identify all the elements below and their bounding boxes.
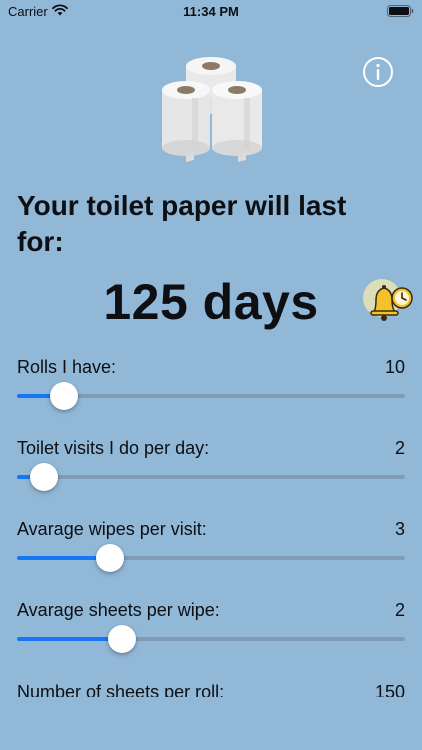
slider-row-rolls: Rolls I have: 10 xyxy=(17,356,405,416)
slider-track xyxy=(17,475,405,479)
slider-row-sheets-per-roll: Number of sheets per roll: 150 xyxy=(17,681,405,697)
wipes-slider[interactable] xyxy=(17,543,405,573)
visits-slider[interactable] xyxy=(17,462,405,492)
slider-row-wipes: Avarage wipes per visit: 3 xyxy=(17,518,405,578)
visits-label: Toilet visits I do per day: xyxy=(17,438,210,458)
rolls-slider[interactable] xyxy=(17,381,405,411)
slider-thumb[interactable] xyxy=(50,382,78,410)
slider-thumb[interactable] xyxy=(108,625,136,653)
battery-icon xyxy=(387,5,414,17)
slider-row-sheets: Avarage sheets per wipe: 2 xyxy=(17,599,405,659)
slider-row-visits: Toilet visits I do per day: 2 xyxy=(17,437,405,497)
sheets-per-roll-label: Number of sheets per roll: xyxy=(17,682,225,697)
sheets-label: Avarage sheets per wipe: xyxy=(17,600,220,620)
visits-value: 2 xyxy=(394,438,405,458)
rolls-label: Rolls I have: xyxy=(17,357,117,377)
toilet-paper-rolls-icon xyxy=(162,57,262,162)
clock: 11:34 PM xyxy=(183,4,239,19)
status-bar: Carrier 11:34 PM xyxy=(0,0,422,22)
wipes-value: 3 xyxy=(394,519,405,539)
slider-thumb[interactable] xyxy=(96,544,124,572)
rolls-value: 10 xyxy=(384,357,405,377)
alarm-bell-icon[interactable] xyxy=(362,276,416,326)
sheets-per-roll-value: 150 xyxy=(374,682,405,697)
info-icon[interactable] xyxy=(362,56,394,88)
slider-thumb[interactable] xyxy=(30,463,58,491)
headline: Your toilet paper will last for: xyxy=(17,190,347,257)
days-remaining: 125 days xyxy=(103,274,319,330)
sheets-value: 2 xyxy=(394,600,405,620)
slider-fill xyxy=(17,637,122,641)
wipes-label: Avarage wipes per visit: xyxy=(17,519,207,539)
sheets-slider[interactable] xyxy=(17,624,405,654)
